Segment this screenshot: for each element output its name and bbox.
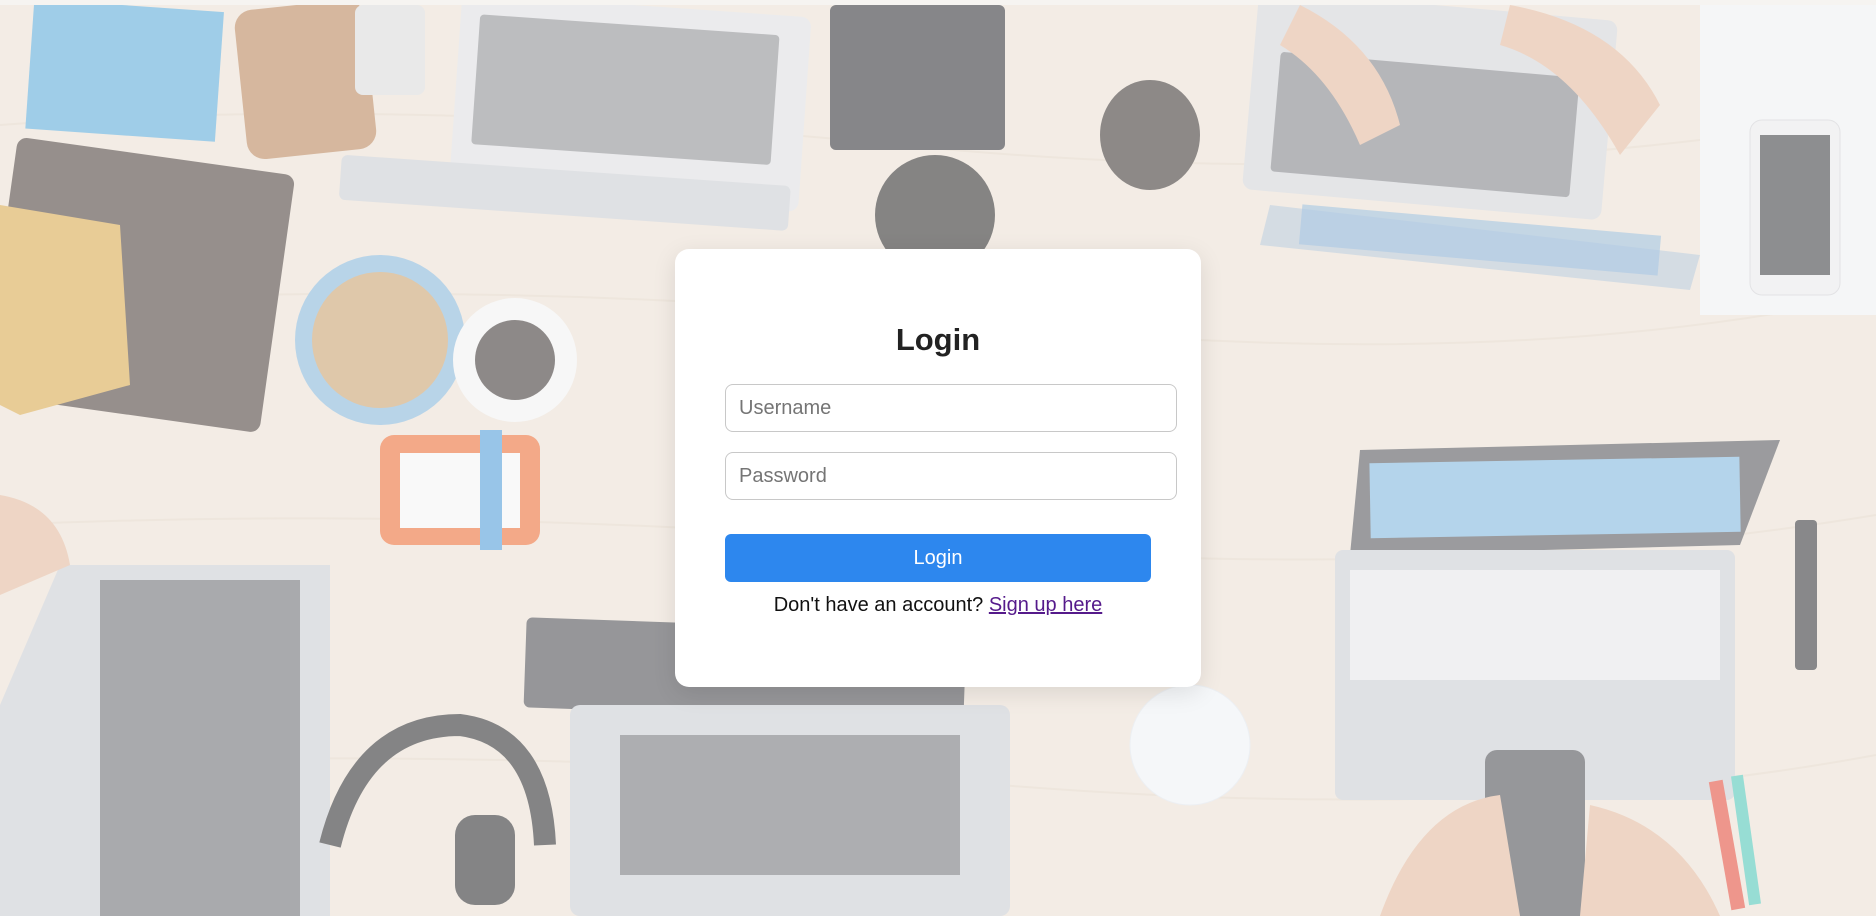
login-button[interactable]: Login	[725, 534, 1151, 582]
signup-link[interactable]: Sign up here	[989, 594, 1102, 616]
signup-prompt: Don't have an account? Sign up here	[675, 591, 1201, 619]
password-input[interactable]	[725, 452, 1177, 500]
login-page: Login Login Don't have an account? Sign …	[0, 0, 1876, 916]
signup-prompt-text: Don't have an account?	[773, 594, 984, 616]
login-title: Login	[895, 322, 981, 357]
username-input[interactable]	[725, 384, 1177, 432]
